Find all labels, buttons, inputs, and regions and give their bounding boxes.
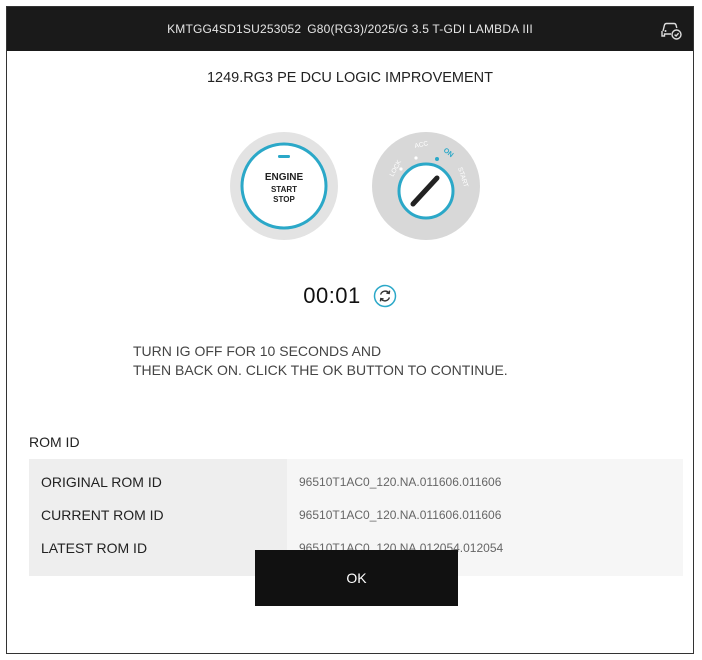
countdown-timer: 00:01 [303, 283, 361, 308]
engine-label: ENGINE [265, 172, 304, 183]
ignition-key-icon: LOCK ACC ON START [372, 132, 480, 240]
vehicle-check-icon[interactable] [659, 17, 683, 41]
instruction-line-1: TURN IG OFF FOR 10 SECONDS AND [133, 343, 382, 359]
procedure-title: 1249.RG3 PE DCU LOGIC IMPROVEMENT [206, 70, 494, 86]
instruction-line-2: THEN BACK ON. CLICK THE OK BUTTON TO CON… [133, 362, 508, 378]
stop-label: STOP [273, 195, 295, 204]
dialog-frame: KMTGG4SD1SU253052 G80(RG3)/2025/G 3.5 T-… [6, 6, 694, 654]
rom-row-label: LATEST ROM ID [41, 540, 148, 556]
vin-text: KMTGG4SD1SU253052 [167, 22, 302, 36]
start-label: START [271, 185, 297, 194]
rom-row-label: ORIGINAL ROM ID [41, 474, 162, 490]
refresh-icon[interactable] [373, 284, 397, 308]
rom-row-original: ORIGINAL ROM ID 96510T1AC0_120.NA.011606… [29, 467, 683, 497]
rom-row-label: CURRENT ROM ID [41, 507, 164, 523]
engine-start-stop-icon: ENGINE START STOP [230, 132, 338, 240]
rom-row-current: CURRENT ROM ID 96510T1AC0_120.NA.011606.… [29, 500, 683, 530]
timer-row: 00:01 [7, 283, 693, 309]
rom-row-value: 96510T1AC0_120.NA.011606.011606 [299, 508, 502, 522]
header-bar: KMTGG4SD1SU253052 G80(RG3)/2025/G 3.5 T-… [7, 7, 693, 51]
rom-row-value: 96510T1AC0_120.NA.011606.011606 [299, 475, 502, 489]
vehicle-text: G80(RG3)/2025/G 3.5 T-GDI LAMBDA III [307, 22, 533, 36]
ok-button[interactable]: OK [255, 550, 458, 606]
rom-section-label: ROM ID [29, 434, 80, 450]
instruction-text: TURN IG OFF FOR 10 SECONDS AND THEN BACK… [133, 342, 633, 380]
